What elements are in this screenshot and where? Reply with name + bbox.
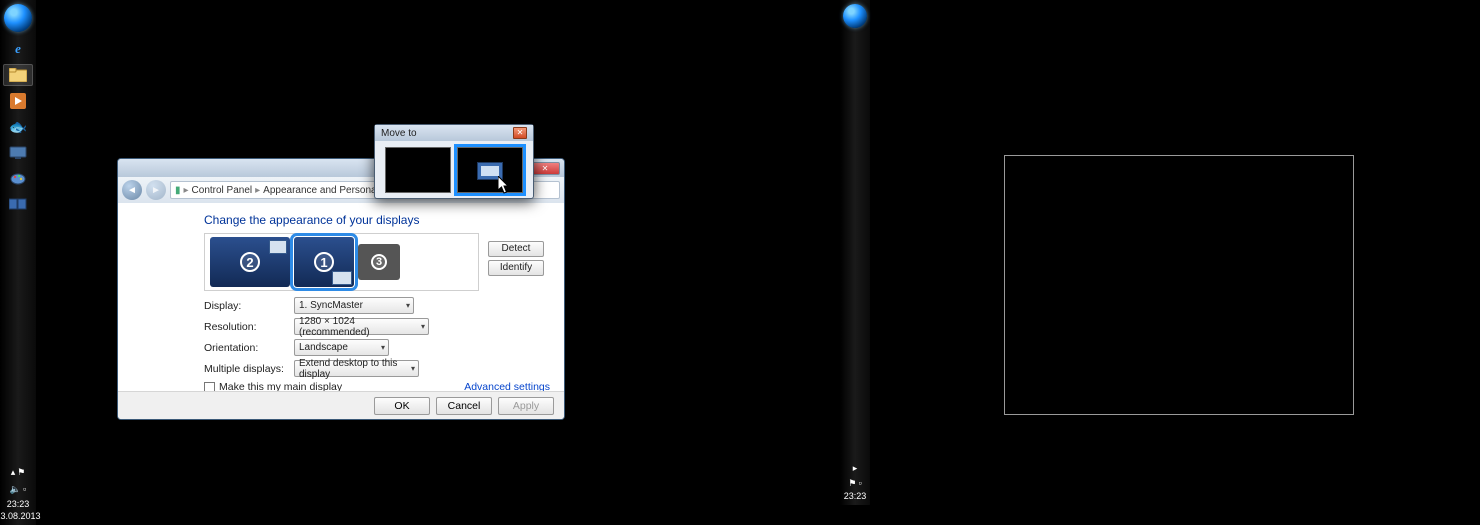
monitor-3-label: 3 bbox=[371, 254, 387, 270]
tray-date[interactable]: 13.08.2013 bbox=[0, 511, 41, 521]
taskbar-primary: e 🐟 ▴ ⚑ 🔈 ▫ 23:23 13.08.2013 bbox=[0, 0, 36, 525]
monitor-2-label: 2 bbox=[240, 252, 260, 272]
orientation-label: Orientation: bbox=[204, 342, 294, 354]
resolution-value: 1280 × 1024 (recommended) bbox=[299, 316, 414, 338]
identify-button[interactable]: Identify bbox=[488, 260, 544, 276]
tray2-net-icon[interactable]: ▫ bbox=[858, 478, 861, 489]
monitor-3[interactable]: 3 bbox=[358, 244, 400, 280]
monitor-1[interactable]: 1 bbox=[294, 237, 354, 287]
close-button[interactable]: ✕ bbox=[530, 162, 560, 175]
cancel-button[interactable]: Cancel bbox=[436, 397, 492, 415]
nav-back-icon[interactable]: ◄ bbox=[122, 180, 142, 200]
crumb-root[interactable]: Control Panel bbox=[192, 185, 253, 196]
tray-arrow-icon[interactable]: ▴ bbox=[11, 467, 16, 478]
main-display-checkbox[interactable] bbox=[204, 382, 215, 392]
system-tray: ▴ ⚑ 🔈 ▫ 23:23 13.08.2013 bbox=[0, 465, 36, 525]
app-icon-monitor[interactable] bbox=[3, 142, 33, 164]
multi-value: Extend desktop to this display bbox=[299, 358, 404, 380]
resolution-select[interactable]: 1280 × 1024 (recommended) bbox=[294, 318, 429, 335]
detect-button[interactable]: Detect bbox=[488, 241, 544, 257]
window-body: Change the appearance of your displays 2… bbox=[118, 203, 564, 391]
tray2-time[interactable]: 23:23 bbox=[840, 491, 870, 501]
main-display-label: Make this my main display bbox=[219, 381, 342, 391]
multi-display-select[interactable]: Extend desktop to this display bbox=[294, 360, 419, 377]
button-row: OK Cancel Apply bbox=[118, 391, 564, 419]
orientation-value: Landscape bbox=[299, 342, 348, 353]
monitor-1-label: 1 bbox=[314, 252, 334, 272]
ok-button[interactable]: OK bbox=[374, 397, 430, 415]
tray2-flag-icon[interactable]: ⚑ bbox=[848, 478, 856, 489]
advanced-settings-link[interactable]: Advanced settings bbox=[464, 381, 550, 391]
start-orb-icon[interactable] bbox=[4, 4, 32, 32]
app-icon-display[interactable] bbox=[3, 194, 33, 216]
system-tray-secondary: ▸ ⚑ ▫ 23:23 bbox=[840, 461, 870, 505]
app-icon-paint[interactable] bbox=[3, 168, 33, 190]
popup-monitor-2-thumb[interactable] bbox=[457, 147, 523, 193]
page-title: Change the appearance of your displays bbox=[204, 213, 550, 227]
explorer-icon[interactable] bbox=[3, 64, 33, 86]
tray2-arrow-icon[interactable]: ▸ bbox=[840, 461, 870, 476]
nav-forward-icon[interactable]: ► bbox=[146, 180, 166, 200]
popup-titlebar[interactable]: Move to ✕ bbox=[375, 125, 533, 141]
start-orb-secondary-icon[interactable] bbox=[843, 4, 867, 28]
orientation-select[interactable]: Landscape bbox=[294, 339, 389, 356]
monitor-arrangement[interactable]: 2 1 3 bbox=[204, 233, 479, 291]
third-display-outline bbox=[1004, 155, 1354, 415]
display-select[interactable]: 1. SyncMaster bbox=[294, 297, 414, 314]
monitor-2[interactable]: 2 bbox=[210, 237, 290, 287]
popup-monitor-1-thumb[interactable] bbox=[385, 147, 451, 193]
tray-time[interactable]: 23:23 bbox=[7, 499, 30, 509]
taskbar-secondary: ▸ ⚑ ▫ 23:23 bbox=[840, 0, 870, 505]
app-icon-yellow[interactable]: 🐟 bbox=[3, 116, 33, 138]
display-value: 1. SyncMaster bbox=[299, 300, 363, 311]
media-player-icon[interactable] bbox=[3, 90, 33, 112]
popup-title-label: Move to bbox=[381, 128, 417, 139]
resolution-label: Resolution: bbox=[204, 321, 294, 333]
apply-button[interactable]: Apply bbox=[498, 397, 554, 415]
ie-icon[interactable]: e bbox=[3, 38, 33, 60]
tray-network-icon[interactable]: 🔈 bbox=[10, 484, 21, 495]
tray-action-icon[interactable]: ▫ bbox=[23, 484, 26, 495]
display-label: Display: bbox=[204, 300, 294, 312]
move-to-popup: Move to ✕ bbox=[374, 124, 534, 199]
popup-close-button[interactable]: ✕ bbox=[513, 127, 527, 139]
tray-flag-icon[interactable]: ⚑ bbox=[17, 467, 25, 478]
multi-label: Multiple displays: bbox=[204, 363, 294, 375]
